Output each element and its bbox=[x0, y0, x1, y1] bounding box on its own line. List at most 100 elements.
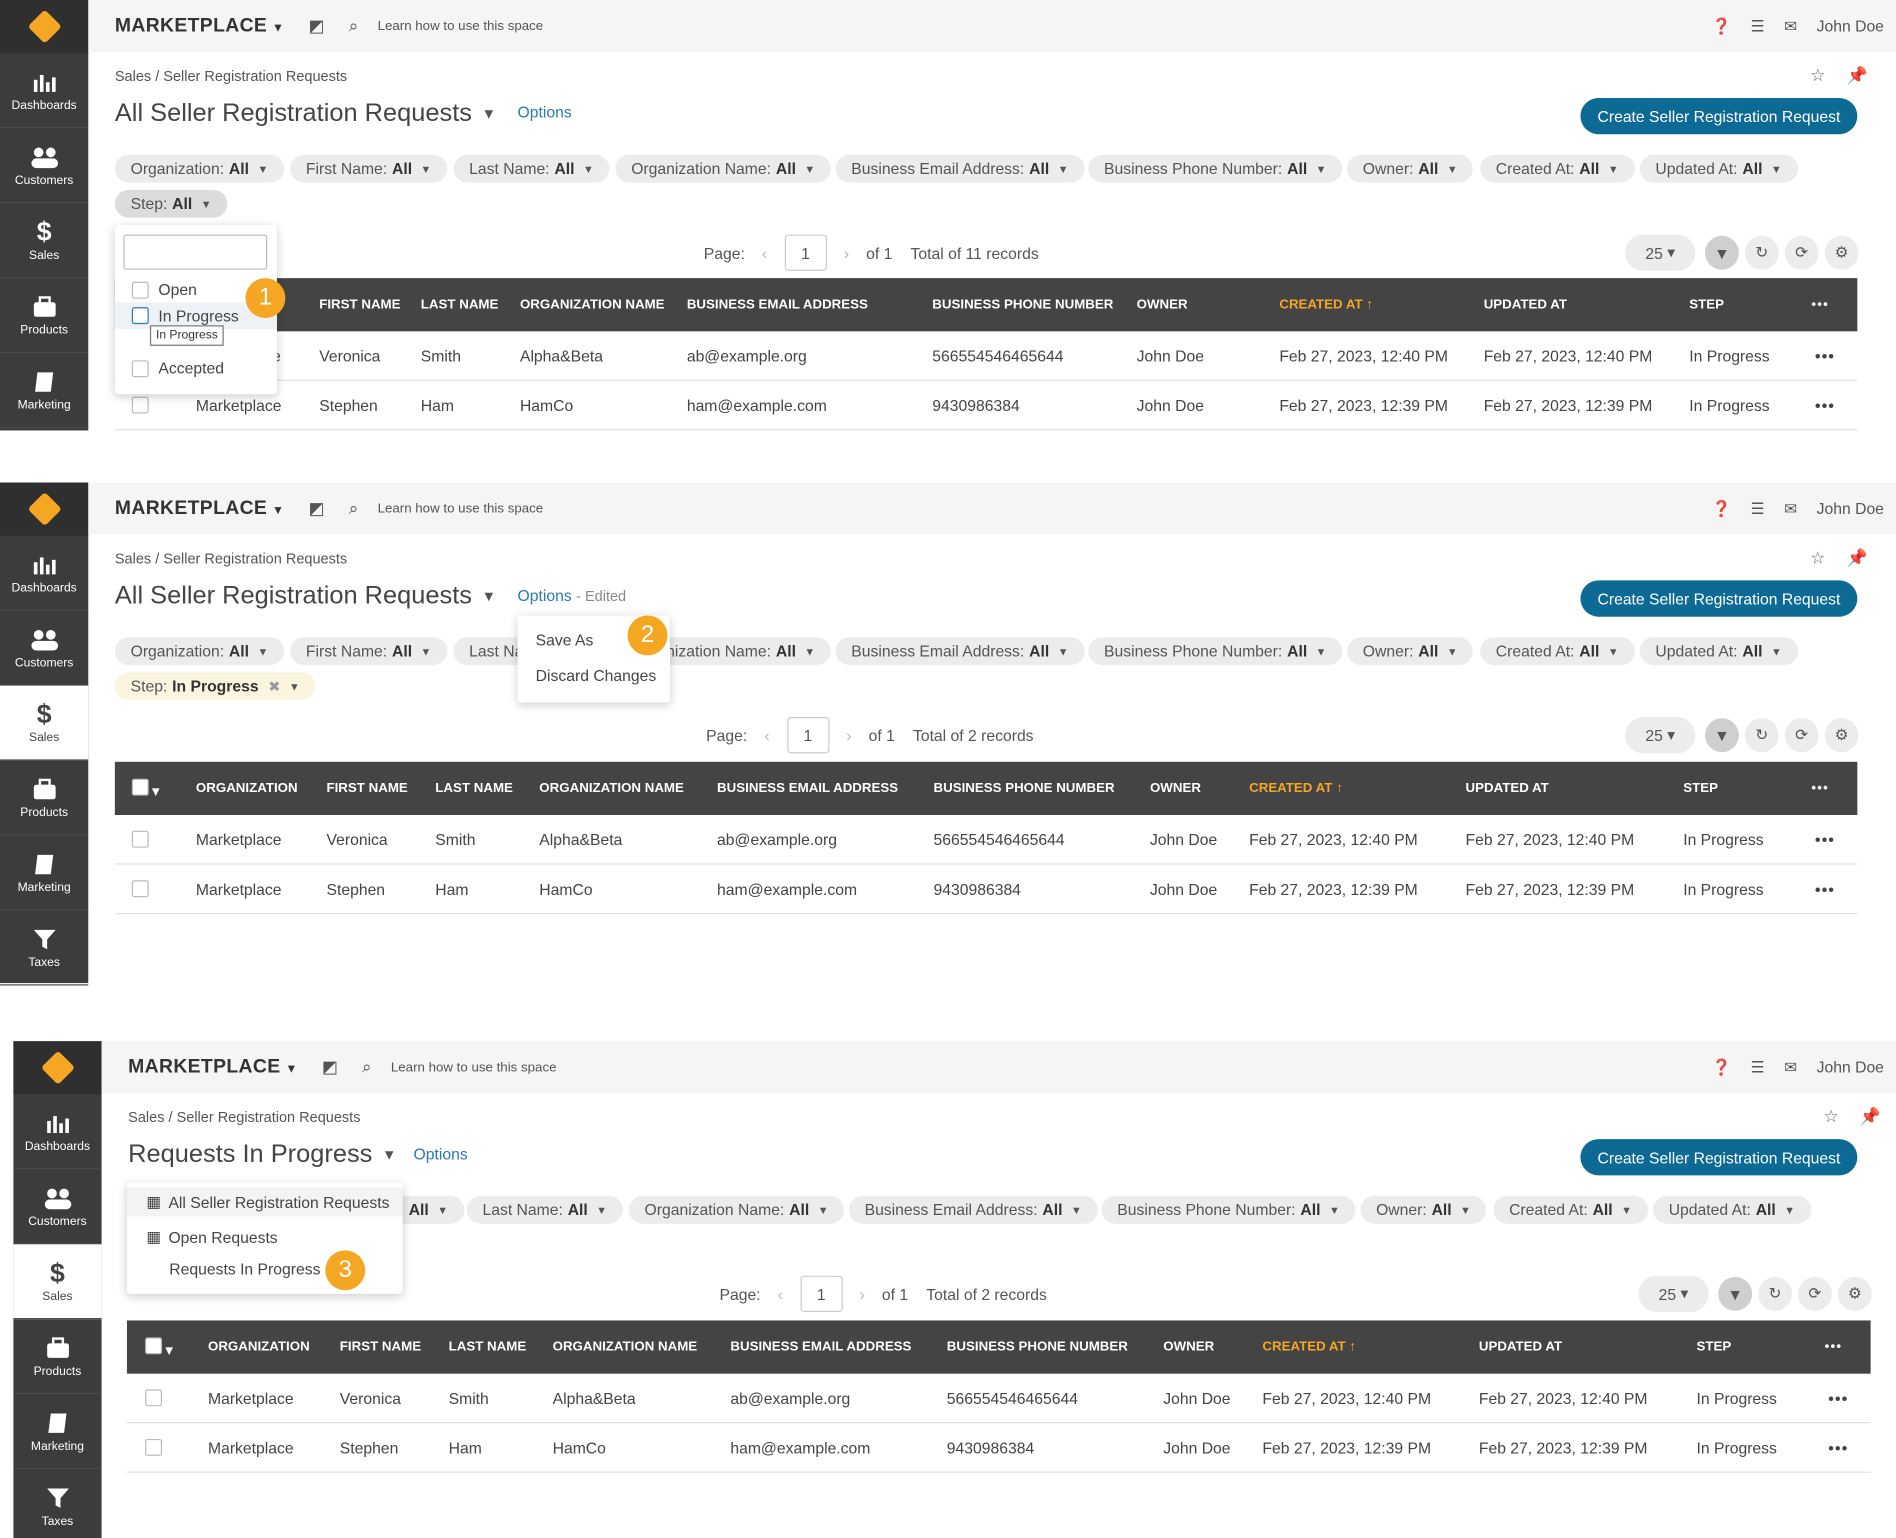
nav-products[interactable]: Products bbox=[0, 761, 89, 836]
row-actions-icon[interactable]: ••• bbox=[1815, 831, 1835, 849]
row-actions-icon[interactable]: ••• bbox=[1828, 1389, 1848, 1407]
filter-phone[interactable]: Business Phone Number: All ▼ bbox=[1088, 154, 1343, 183]
logo[interactable] bbox=[0, 482, 89, 536]
per-page-select[interactable]: 25 ▾ bbox=[1638, 1275, 1709, 1312]
discard-changes-item[interactable]: Discard Changes bbox=[536, 666, 657, 684]
settings-icon[interactable]: ⚙ bbox=[1824, 235, 1859, 270]
filter-first-name[interactable]: First Name: All ▼ bbox=[290, 154, 448, 183]
page-input[interactable]: 1 bbox=[786, 717, 830, 754]
next-page-icon[interactable]: › bbox=[844, 243, 850, 262]
help-icon[interactable]: ❓ bbox=[1712, 1057, 1732, 1076]
bookmark-icon[interactable]: ◩ bbox=[309, 16, 325, 37]
nav-sales[interactable]: $ Sales bbox=[0, 685, 89, 761]
filter-phone[interactable]: Business Phone Number: All ▼ bbox=[1088, 637, 1343, 666]
filter-organization[interactable]: Organization: All ▼ bbox=[114, 154, 285, 183]
filter-email[interactable]: Business Email Address: All ▼ bbox=[848, 1195, 1098, 1224]
nav-customers[interactable]: Customers bbox=[13, 1169, 102, 1245]
brand-menu[interactable]: MARKETPLACE ▼ bbox=[115, 498, 284, 520]
next-page-icon[interactable]: › bbox=[846, 726, 852, 745]
learn-link[interactable]: Learn how to use this space bbox=[378, 19, 544, 34]
pin-icon[interactable]: 📌 bbox=[1846, 548, 1867, 569]
mail-icon[interactable]: ✉ bbox=[1784, 16, 1797, 35]
clear-filter-icon[interactable]: ✖ bbox=[268, 678, 280, 695]
reset-icon[interactable]: ↻ bbox=[1758, 1276, 1793, 1311]
created-sort[interactable]: CREATED AT ↑ bbox=[1279, 297, 1373, 312]
row-checkbox[interactable] bbox=[145, 1389, 163, 1407]
logo[interactable] bbox=[13, 1041, 102, 1095]
nav-products[interactable]: Products bbox=[0, 278, 89, 354]
filter-step[interactable]: Step: All ▼ bbox=[114, 189, 228, 218]
more-icon[interactable]: ••• bbox=[1811, 297, 1829, 312]
nav-marketing[interactable]: Marketing bbox=[13, 1394, 102, 1470]
filter-phone[interactable]: Business Phone Number: All ▼ bbox=[1101, 1195, 1356, 1224]
filter-last-name[interactable]: Last Name:All▼ bbox=[453, 154, 610, 183]
reset-icon[interactable]: ↻ bbox=[1744, 235, 1779, 270]
menu-icon[interactable]: ☰ bbox=[1751, 16, 1765, 35]
nav-customers[interactable]: Customers bbox=[0, 128, 89, 204]
nav-taxes[interactable]: Taxes bbox=[0, 911, 89, 986]
view-item-open[interactable]: ▦ Open Requests bbox=[146, 1227, 277, 1246]
row-actions-icon[interactable]: ••• bbox=[1815, 880, 1835, 898]
nav-taxes[interactable]: Taxes bbox=[13, 1469, 101, 1538]
mail-icon[interactable]: ✉ bbox=[1784, 499, 1797, 518]
table-row[interactable]: Marketplace Stephen Ham HamCo ham@exampl… bbox=[114, 381, 1858, 431]
nav-dashboards[interactable]: Dashboards bbox=[13, 1094, 102, 1170]
created-sort[interactable]: CREATED AT ↑ bbox=[1249, 781, 1343, 796]
filter-org-name[interactable]: Organization Name: All ▼ bbox=[628, 1195, 845, 1224]
filter-created[interactable]: Created At: All ▼ bbox=[1480, 637, 1635, 666]
filter-email[interactable]: Business Email Address: All ▼ bbox=[835, 154, 1085, 183]
nav-marketing[interactable]: Marketing bbox=[0, 836, 89, 911]
logo[interactable] bbox=[0, 0, 89, 54]
table-row[interactable]: Marketplace Stephen Ham HamCo ham@exampl… bbox=[126, 1423, 1871, 1473]
create-button[interactable]: Create Seller Registration Request bbox=[1580, 580, 1858, 617]
star-icon[interactable]: ☆ bbox=[1810, 65, 1825, 86]
settings-icon[interactable]: ⚙ bbox=[1824, 718, 1859, 753]
create-button[interactable]: Create Seller Registration Request bbox=[1580, 1139, 1858, 1176]
filter-toggle-icon[interactable]: ▼ bbox=[1704, 235, 1739, 270]
page-input[interactable]: 1 bbox=[784, 234, 827, 271]
nav-customers[interactable]: Customers bbox=[0, 611, 89, 686]
row-actions-icon[interactable]: ••• bbox=[1828, 1439, 1848, 1457]
filter-updated[interactable]: Updated At: All ▼ bbox=[1639, 637, 1798, 666]
brand-menu[interactable]: MARKETPLACE ▼ bbox=[128, 1056, 297, 1078]
next-page-icon[interactable]: › bbox=[859, 1284, 865, 1303]
user-name[interactable]: John Doe bbox=[1817, 499, 1884, 517]
more-icon[interactable]: ••• bbox=[1825, 1340, 1843, 1355]
menu-icon[interactable]: ☰ bbox=[1751, 499, 1765, 518]
filter-updated[interactable]: Updated At: All ▼ bbox=[1652, 1195, 1811, 1224]
select-all-checkbox[interactable]: ▾ bbox=[145, 1337, 172, 1358]
bookmark-icon[interactable]: ◩ bbox=[322, 1057, 338, 1078]
filter-org-name[interactable]: Organization Name: All ▼ bbox=[615, 154, 831, 183]
filter-updated[interactable]: Updated At: All ▼ bbox=[1639, 154, 1798, 183]
more-icon[interactable]: ••• bbox=[1811, 781, 1829, 796]
options-link[interactable]: Options bbox=[518, 103, 572, 121]
page-title[interactable]: All Seller Registration Requests ▼ bbox=[115, 582, 496, 611]
per-page-select[interactable]: 25 ▾ bbox=[1625, 717, 1696, 754]
refresh-icon[interactable]: ⟳ bbox=[1798, 1276, 1832, 1311]
settings-icon[interactable]: ⚙ bbox=[1837, 1276, 1872, 1311]
filter-toggle-icon[interactable]: ▼ bbox=[1704, 718, 1739, 753]
mail-icon[interactable]: ✉ bbox=[1784, 1057, 1797, 1076]
pin-icon[interactable]: 📌 bbox=[1846, 65, 1867, 86]
row-actions-icon[interactable]: ••• bbox=[1815, 347, 1835, 365]
nav-dashboards[interactable]: Dashboards bbox=[0, 53, 89, 129]
created-sort[interactable]: CREATED AT ↑ bbox=[1262, 1340, 1356, 1355]
filter-owner[interactable]: Owner: All ▼ bbox=[1360, 1195, 1487, 1224]
reset-icon[interactable]: ↻ bbox=[1744, 718, 1779, 753]
options-link[interactable]: Options bbox=[414, 1145, 468, 1163]
filter-toggle-icon[interactable]: ▼ bbox=[1718, 1276, 1753, 1311]
row-actions-icon[interactable]: ••• bbox=[1815, 397, 1835, 415]
filter-first-name[interactable]: First Name: All ▼ bbox=[290, 637, 448, 666]
refresh-icon[interactable]: ⟳ bbox=[1784, 235, 1819, 270]
row-checkbox[interactable] bbox=[131, 830, 149, 848]
step-search-input[interactable] bbox=[123, 234, 268, 270]
nav-products[interactable]: Products bbox=[13, 1319, 102, 1395]
filter-organization[interactable]: Organization: All ▼ bbox=[114, 637, 285, 666]
nav-sales[interactable]: $ Sales bbox=[0, 203, 89, 279]
save-as-item[interactable]: Save As bbox=[536, 631, 594, 649]
star-icon[interactable]: ☆ bbox=[1823, 1106, 1838, 1127]
brand-menu[interactable]: MARKETPLACE ▼ bbox=[115, 15, 284, 37]
learn-link[interactable]: Learn how to use this space bbox=[391, 1060, 557, 1075]
page-title[interactable]: Requests In Progress ▼ bbox=[128, 1140, 396, 1169]
page-title[interactable]: All Seller Registration Requests ▼ bbox=[115, 99, 496, 128]
